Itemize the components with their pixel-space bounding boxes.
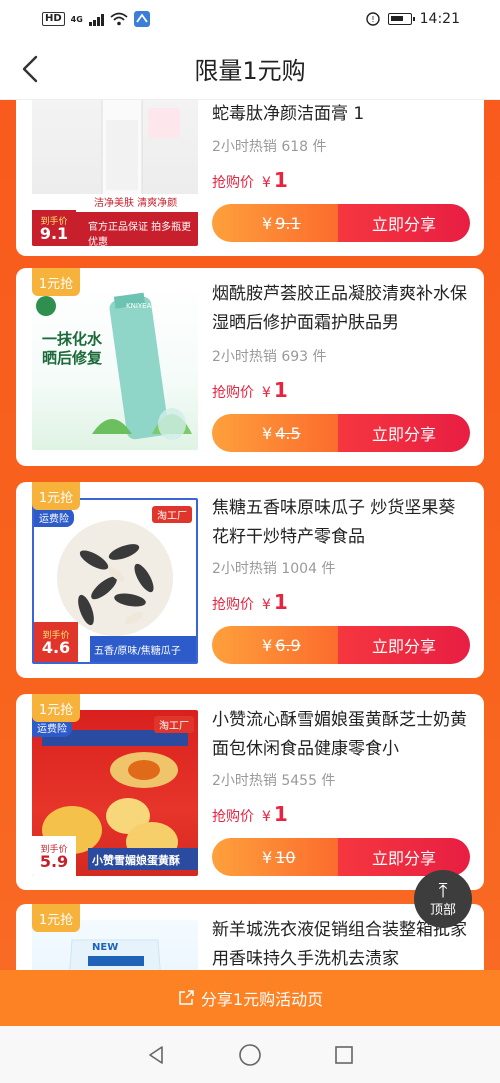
shipping-insurance-tag: 运费险 <box>34 508 74 527</box>
product-card[interactable]: 1元抢 运费险 淘工厂 五香/原味/焦糖瓜子 到手价 4.6 焦糖五香味原味瓜子… <box>16 482 484 678</box>
back-arrow-icon[interactable] <box>18 54 46 84</box>
share-icon <box>179 990 194 1005</box>
product-sales: 2小时热销 618 件 <box>212 139 327 155</box>
currency: ¥ <box>262 175 271 191</box>
network-type: 4G <box>70 14 83 24</box>
factory-tag: 淘工厂 <box>154 716 194 733</box>
nav-home-icon[interactable] <box>238 1043 262 1067</box>
sale-price: 1 <box>273 378 288 402</box>
product-card[interactable]: 1元抢 NEW 新羊城洗衣液促销组合装整箱批家用香味持久手洗机去渍家 <box>16 904 484 970</box>
scroll-to-top-label: 顶部 <box>429 902 456 918</box>
product-name[interactable]: 蛇毒肽净颜洁面膏 1 <box>212 100 470 130</box>
sale-price: 1 <box>273 590 288 614</box>
price-label: 抢购价 <box>212 385 254 401</box>
product-image[interactable]: 一抹化水 晒后修复 KNIYEA <box>32 284 198 450</box>
action-bar: ¥6.9 立即分享 <box>212 626 470 664</box>
original-price: ¥10 <box>212 838 338 876</box>
vibrate-icon: ! <box>365 12 380 26</box>
share-button[interactable]: 立即分享 <box>338 626 470 664</box>
product-card[interactable]: 1元抢 一抹化水 晒后修复 KNIYEA 烟酰胺芦荟胶正品凝胶清爽补水保湿晒后修… <box>16 268 484 466</box>
one-yuan-badge: 1元抢 <box>32 268 80 296</box>
product-sales: 2小时热销 5455 件 <box>212 773 336 789</box>
price-row: 抢购价 ¥ 1 <box>212 802 288 826</box>
one-yuan-badge: 1元抢 <box>32 904 80 932</box>
price-row: 抢购价 ¥ 1 <box>212 378 288 402</box>
price-label: 抢购价 <box>212 597 254 613</box>
product-sales: 2小时热销 1004 件 <box>212 561 336 577</box>
scroll-to-top-button[interactable]: ⤒ 顶部 <box>414 870 472 928</box>
system-nav-bar <box>0 1026 500 1083</box>
sale-price: 1 <box>273 168 288 192</box>
share-activity-label: 分享1元购活动页 <box>200 990 324 1009</box>
thumb-headline-1: 一抹化水 <box>42 330 103 348</box>
hd-indicator: HD <box>42 12 65 26</box>
currency: ¥ <box>262 597 271 613</box>
thumb-slogan: 洁净美肤 清爽净颜 <box>94 198 178 209</box>
thumb-brand: KNIYEA <box>126 302 152 310</box>
price-label: 抢购价 <box>212 809 254 825</box>
status-bar: HD 4G ! 14:21 <box>0 0 500 38</box>
thumb-product-title: 小赞雪媚娘蛋黄酥 <box>92 854 180 867</box>
currency: ¥ <box>262 809 271 825</box>
wifi-icon <box>110 12 128 26</box>
action-bar: ¥4.5 立即分享 <box>212 414 470 452</box>
factory-tag: 淘工厂 <box>152 506 192 523</box>
page-title: 限量1元购 <box>194 57 306 85</box>
product-name[interactable]: 烟酰胺芦荟胶正品凝胶清爽补水保湿晒后修护面霜护肤品男 <box>212 280 470 338</box>
product-image[interactable]: 运费险 淘工厂 小赞雪媚娘蛋黄酥 到手价 5.9 <box>32 710 198 876</box>
product-list[interactable]: 洁净美肤 清爽净颜 官方正品保证 拍多瓶更优惠 到手价 9.1 蛇毒肽净颜洁面膏… <box>0 100 500 970</box>
share-activity-button[interactable]: 分享1元购活动页 <box>0 970 500 1026</box>
status-time: 14:21 <box>419 11 460 27</box>
product-sales: 2小时热销 693 件 <box>212 349 327 365</box>
original-price: ¥9.1 <box>212 204 338 242</box>
nav-back-icon[interactable] <box>145 1044 167 1066</box>
thumb-price: 9.1 <box>39 224 69 243</box>
app-notification-icon <box>133 11 150 27</box>
nav-recents-icon[interactable] <box>333 1044 355 1066</box>
product-image[interactable]: 洁净美肤 清爽净颜 官方正品保证 拍多瓶更优惠 到手价 9.1 <box>32 100 198 246</box>
thumb-price: 4.6 <box>41 638 71 657</box>
original-price: ¥4.5 <box>212 414 338 452</box>
price-row: 抢购价 ¥ 1 <box>212 590 288 614</box>
one-yuan-badge: 1元抢 <box>32 694 80 722</box>
sale-price: 1 <box>273 802 288 826</box>
product-image[interactable]: 运费险 淘工厂 五香/原味/焦糖瓜子 到手价 4.6 <box>32 498 198 664</box>
thumb-headline-2: 晒后修复 <box>42 349 103 367</box>
share-button[interactable]: 立即分享 <box>338 204 470 242</box>
svg-text:!: ! <box>371 15 374 24</box>
thumb-price: 5.9 <box>39 852 69 871</box>
product-name[interactable]: 小赞流心酥雪媚娘蛋黄酥芝士奶黄面包休闲食品健康零食小 <box>212 706 470 764</box>
product-name[interactable]: 焦糖五香味原味瓜子 炒货坚果葵花籽干炒特产零食品 <box>212 494 470 552</box>
one-yuan-badge: 1元抢 <box>32 482 80 510</box>
signal-icon <box>88 13 104 26</box>
share-button[interactable]: 立即分享 <box>338 414 470 452</box>
thumb-guarantee: 官方正品保证 拍多瓶更优惠 <box>88 222 192 246</box>
currency: ¥ <box>262 385 271 401</box>
thumb-new-label: NEW <box>92 942 119 953</box>
action-bar: ¥10 立即分享 <box>212 838 470 876</box>
original-price: ¥6.9 <box>212 626 338 664</box>
arrow-up-icon: ⤒ <box>438 877 448 902</box>
product-card[interactable]: 洁净美肤 清爽净颜 官方正品保证 拍多瓶更优惠 到手价 9.1 蛇毒肽净颜洁面膏… <box>16 100 484 256</box>
thumb-flavors: 五香/原味/焦糖瓜子 <box>94 646 181 657</box>
battery-icon <box>387 13 415 25</box>
price-label: 抢购价 <box>212 175 254 191</box>
product-card[interactable]: 1元抢 运费险 淘工厂 小赞雪媚娘蛋黄酥 到手价 5.9 小赞流心酥雪媚娘蛋黄酥… <box>16 694 484 890</box>
nav-bar: 限量1元购 <box>0 38 500 100</box>
action-bar: ¥9.1 立即分享 <box>212 204 470 242</box>
price-row: 抢购价 ¥ 1 <box>212 168 288 192</box>
